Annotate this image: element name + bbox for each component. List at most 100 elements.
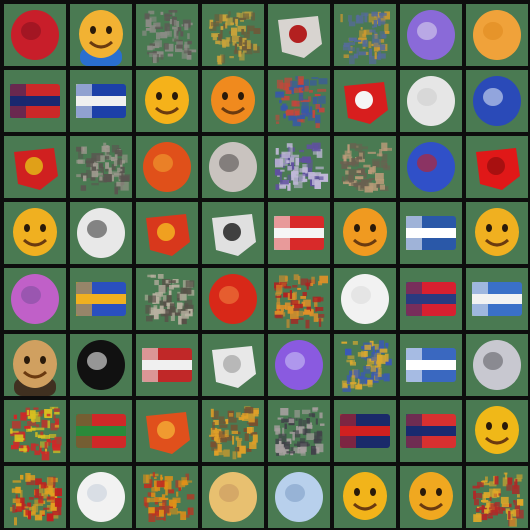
tile-image: [340, 142, 392, 193]
sample-tile: [400, 400, 462, 462]
tile-image: [407, 142, 455, 192]
tile-image: [278, 16, 322, 58]
tile-image: [340, 11, 390, 65]
sample-tile: [4, 400, 66, 462]
tile-image: [209, 274, 257, 324]
sample-tile: [70, 268, 132, 330]
sample-tile: [70, 334, 132, 396]
sample-tile: [400, 70, 462, 132]
sample-tile: [268, 268, 330, 330]
tile-image: [407, 76, 455, 126]
sample-tile: [466, 334, 528, 396]
sample-tile: [70, 70, 132, 132]
tile-image: [209, 142, 257, 192]
sample-tile: [202, 400, 264, 462]
tile-image: [340, 414, 390, 448]
sample-tile: [4, 136, 66, 198]
tile-image: [344, 82, 388, 124]
tile-image: [13, 208, 57, 256]
sample-tile: [334, 268, 396, 330]
tile-image: [209, 406, 259, 460]
sample-tile: [202, 136, 264, 198]
sample-tile: [136, 136, 198, 198]
sample-tile: [268, 466, 330, 528]
tile-image: [343, 472, 387, 520]
tile-image: [274, 216, 324, 250]
sample-tile: [268, 136, 330, 198]
sample-tile: [136, 334, 198, 396]
sample-tile: [466, 4, 528, 66]
sample-grid: [0, 0, 530, 530]
tile-image: [407, 10, 455, 60]
sample-tile: [136, 4, 198, 66]
sample-tile: [202, 4, 264, 66]
sample-tile: [136, 268, 198, 330]
sample-tile: [136, 202, 198, 264]
tile-image: [144, 274, 195, 325]
tile-image: [406, 216, 456, 250]
sample-tile: [202, 466, 264, 528]
tile-image: [274, 274, 328, 329]
tile-image: [472, 472, 524, 527]
tile-image: [473, 10, 521, 60]
sample-tile: [136, 466, 198, 528]
sample-tile: [400, 334, 462, 396]
tile-image: [11, 274, 59, 324]
tile-image: [146, 214, 190, 256]
tile-image: [212, 214, 256, 256]
tile-image: [76, 84, 126, 118]
sample-tile: [268, 334, 330, 396]
sample-tile: [70, 400, 132, 462]
tile-image: [341, 274, 389, 324]
tile-image: [142, 348, 192, 382]
sample-tile: [334, 4, 396, 66]
tile-image: [79, 10, 123, 66]
tile-image: [472, 282, 522, 316]
tile-image: [11, 10, 59, 60]
sample-tile: [4, 202, 66, 264]
sample-tile: [136, 70, 198, 132]
sample-tile: [334, 70, 396, 132]
tile-image: [10, 473, 62, 526]
tile-image: [143, 142, 191, 192]
sample-tile: [466, 466, 528, 528]
tile-image: [76, 142, 131, 195]
sample-tile: [202, 334, 264, 396]
tile-image: [212, 346, 256, 388]
sample-tile: [268, 400, 330, 462]
sample-tile: [268, 70, 330, 132]
tile-image: [209, 11, 261, 65]
tile-image: [475, 406, 519, 454]
tile-image: [14, 148, 58, 190]
sample-tile: [334, 334, 396, 396]
tile-image: [209, 472, 257, 522]
tile-image: [476, 148, 520, 190]
sample-tile: [334, 136, 396, 198]
tile-image: [13, 340, 57, 396]
tile-image: [146, 412, 190, 454]
sample-tile: [202, 70, 264, 132]
sample-tile: [334, 202, 396, 264]
sample-tile: [4, 268, 66, 330]
tile-image: [142, 10, 197, 64]
tile-image: [475, 208, 519, 256]
tile-image: [406, 348, 456, 382]
sample-tile: [466, 136, 528, 198]
tile-image: [77, 208, 125, 258]
tile-image: [341, 340, 392, 392]
sample-tile: [268, 202, 330, 264]
tile-image: [274, 407, 325, 456]
sample-tile: [70, 202, 132, 264]
sample-tile: [400, 268, 462, 330]
sample-tile: [136, 400, 198, 462]
tile-image: [409, 472, 453, 520]
sample-tile: [400, 136, 462, 198]
tile-image: [343, 208, 387, 256]
sample-tile: [334, 466, 396, 528]
sample-tile: [70, 136, 132, 198]
tile-image: [274, 142, 329, 191]
tile-image: [473, 76, 521, 126]
sample-tile: [334, 400, 396, 462]
sample-tile: [466, 400, 528, 462]
sample-tile: [400, 4, 462, 66]
